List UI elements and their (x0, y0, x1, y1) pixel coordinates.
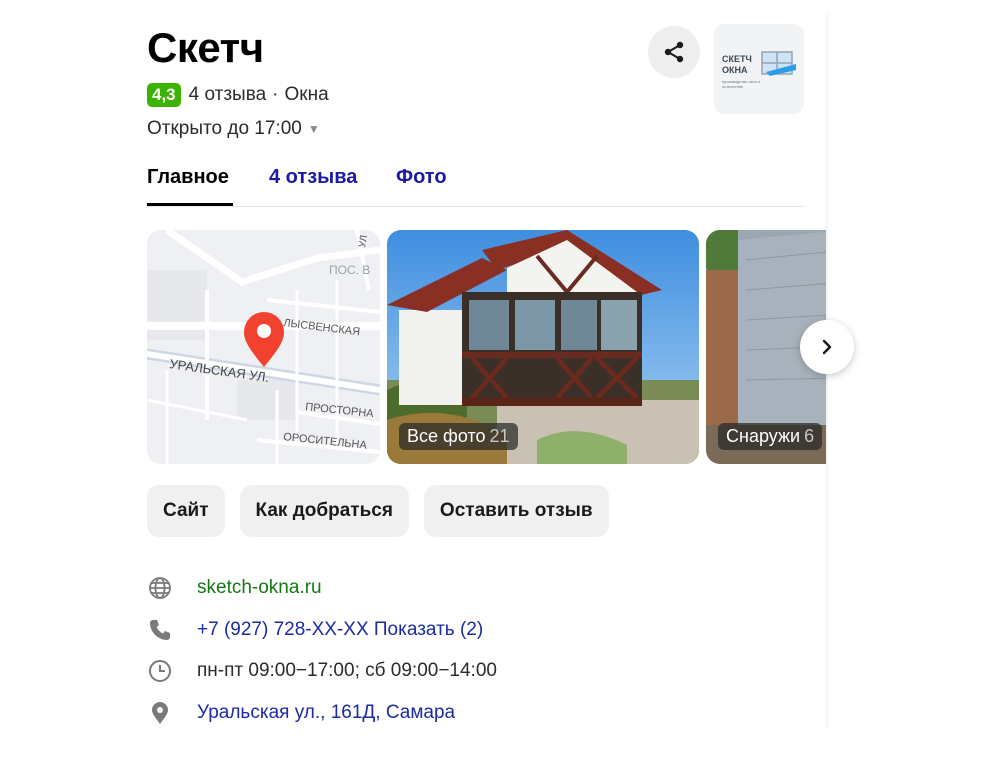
active-tab-indicator (147, 203, 233, 206)
map-label-pos: ПОС. В (329, 263, 370, 277)
website-button[interactable]: Сайт (147, 485, 225, 537)
reviews-count-link[interactable]: 4 отзыва (189, 84, 267, 106)
organization-card: Скетч 4,3 4 отзыва · Окна Открыто до 17:… (0, 0, 826, 783)
share-icon (664, 41, 684, 63)
leave-review-button[interactable]: Оставить отзыв (423, 485, 609, 537)
location-pin-icon (147, 700, 173, 726)
action-buttons: Сайт Как добраться Оставить отзыв (147, 485, 609, 537)
photo-all-count: 21 (489, 426, 510, 446)
website-row: sketch-okna.ru (147, 573, 322, 603)
separator: · (272, 84, 279, 105)
rating-badge[interactable]: 4,3 (147, 83, 181, 107)
media-gallery: ПОС. В ЛЫСВЕНСКАЯ УРАЛЬСКАЯ УЛ. ПРОСТОРН… (147, 230, 826, 464)
photo-all-caption: Все фото 21 (399, 423, 518, 450)
map-preview[interactable]: ПОС. В ЛЫСВЕНСКАЯ УРАЛЬСКАЯ УЛ. ПРОСТОРН… (147, 230, 380, 464)
directions-button[interactable]: Как добраться (239, 485, 409, 537)
clock-icon (147, 658, 173, 684)
address-row: Уральская ул., 161Д, Самара (147, 698, 455, 728)
hours-row: пн-пт 09:00−17:00; сб 09:00−14:00 (147, 656, 497, 686)
photo-exterior-count: 6 (804, 426, 815, 446)
open-status-toggle[interactable]: Открыто до 17:00 ▼ (147, 118, 320, 140)
logo-small-text: производство окон и остекление (722, 79, 761, 89)
address-link[interactable]: Уральская ул., 161Д, Самара (197, 702, 455, 724)
phone-row: +7 (927) 728-XX-XX Показать (2) (147, 615, 483, 645)
globe-icon (147, 575, 173, 601)
map-label-ul: УЛ (357, 234, 370, 248)
tab-main[interactable]: Главное (147, 164, 229, 190)
photo-exterior-label: Снаружи (726, 426, 801, 446)
page-title: Скетч (147, 24, 264, 71)
logo-text-line2: ОКНА (722, 65, 748, 75)
open-status-text: Открыто до 17:00 (147, 118, 302, 139)
tabs-bar: Главное 4 отзыва Фото (147, 160, 805, 207)
phone-icon (147, 617, 173, 643)
tab-photo[interactable]: Фото (396, 164, 447, 190)
category-label: Окна (284, 84, 329, 105)
chevron-right-icon (822, 339, 832, 355)
rating-line: 4,3 4 отзыва · Окна (147, 82, 329, 108)
logo-text-line1: СКЕТЧ (722, 54, 752, 64)
phone-link[interactable]: +7 (927) 728-XX-XX Показать (2) (197, 619, 483, 641)
share-button[interactable] (648, 26, 700, 78)
logo-window-graphic (761, 51, 796, 76)
gallery-next-button[interactable] (800, 320, 854, 374)
map-graphic: ПОС. В ЛЫСВЕНСКАЯ УРАЛЬСКАЯ УЛ. ПРОСТОРН… (147, 230, 380, 464)
tab-reviews[interactable]: 4 отзыва (269, 164, 357, 190)
company-logo[interactable]: СКЕТЧ ОКНА производство окон и остеклени… (714, 24, 804, 114)
working-hours[interactable]: пн-пт 09:00−17:00; сб 09:00−14:00 (197, 660, 497, 682)
website-link[interactable]: sketch-okna.ru (197, 577, 322, 599)
photo-all[interactable]: Все фото 21 (387, 230, 699, 464)
caret-down-icon: ▼ (307, 122, 320, 136)
photo-exterior-caption: Снаружи 6 (718, 423, 823, 450)
photo-all-label: Все фото (407, 426, 486, 446)
